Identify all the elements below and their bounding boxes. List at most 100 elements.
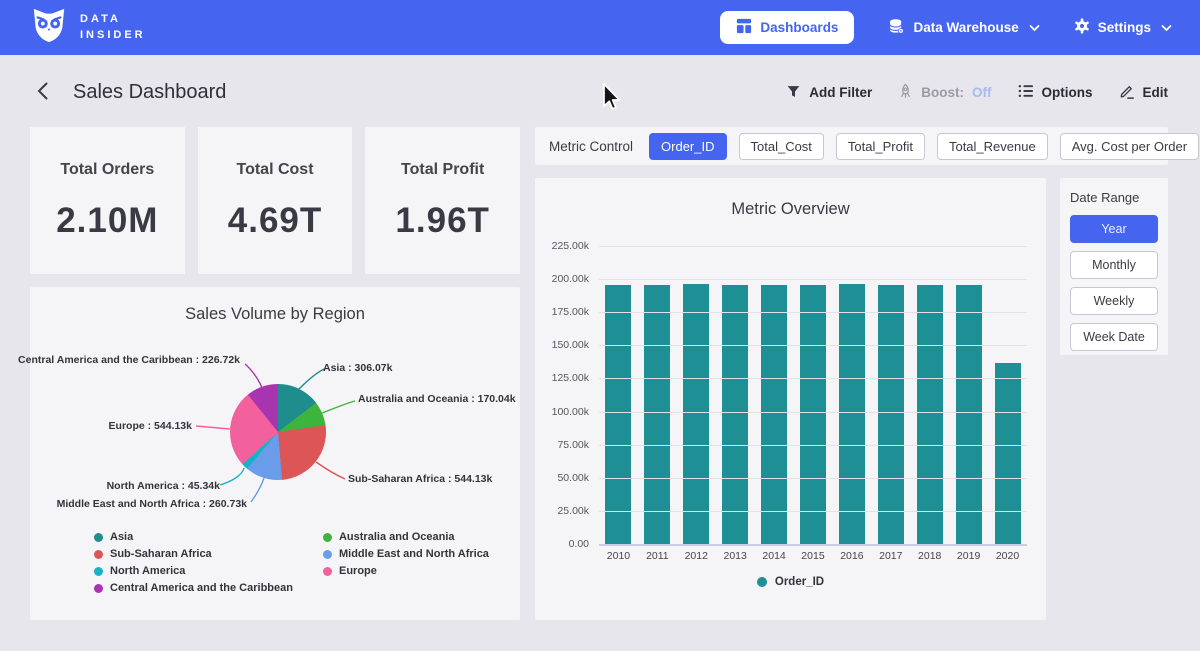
gridline xyxy=(599,312,1027,313)
bar-2014[interactable] xyxy=(761,285,787,544)
metric-button-total-revenue[interactable]: Total_Revenue xyxy=(937,133,1048,160)
add-filter-label: Add Filter xyxy=(809,85,872,100)
legend-item-asia[interactable]: Asia xyxy=(94,531,293,543)
kpi-label: Total Profit xyxy=(401,161,484,179)
database-icon xyxy=(888,18,905,38)
kpi-row: Total Orders 2.10M Total Cost 4.69T Tota… xyxy=(30,127,520,274)
x-axis-labels: 2010201120122013201420152016201720182019… xyxy=(599,550,1027,562)
bar-slot xyxy=(949,246,988,544)
date-range-button-week-date[interactable]: Week Date xyxy=(1070,323,1158,351)
x-axis-tick-label: 2018 xyxy=(910,550,949,562)
gridline xyxy=(599,478,1027,479)
list-icon xyxy=(1018,84,1034,101)
chevron-left-icon xyxy=(36,81,49,104)
bar-2011[interactable] xyxy=(644,285,670,544)
dashboards-icon xyxy=(736,18,752,37)
x-axis-tick-label: 2011 xyxy=(638,550,677,562)
legend-dot xyxy=(757,577,767,587)
legend-dot xyxy=(94,584,103,593)
metric-control-label: Metric Control xyxy=(549,139,633,154)
bar-slot xyxy=(716,246,755,544)
legend-item-central-america-caribbean[interactable]: Central America and the Caribbean xyxy=(94,582,293,594)
legend-dot xyxy=(94,567,103,576)
top-navbar: DATA INSIDER Dashboards xyxy=(0,0,1200,55)
x-axis-tick-label: 2019 xyxy=(949,550,988,562)
date-range-card: Date Range Year Monthly Weekly Week Date xyxy=(1060,178,1168,355)
bar-2010[interactable] xyxy=(605,285,631,544)
nav-data-warehouse[interactable]: Data Warehouse xyxy=(888,18,1039,38)
kpi-label: Total Orders xyxy=(60,161,154,179)
options-label: Options xyxy=(1042,85,1093,100)
y-axis-tick-label: 100.00k xyxy=(535,406,589,418)
gridline xyxy=(599,445,1027,446)
legend-item-north-america[interactable]: North America xyxy=(94,565,293,577)
bar-2012[interactable] xyxy=(683,284,709,544)
rocket-icon xyxy=(898,83,913,102)
chevron-down-icon xyxy=(1029,20,1040,35)
date-range-button-year[interactable]: Year xyxy=(1070,215,1158,243)
pie-label-australia-oceania: Australia and Oceania : 170.04k xyxy=(358,393,516,405)
pie[interactable] xyxy=(230,384,326,480)
y-axis-tick-label: 175.00k xyxy=(535,306,589,318)
legend-item-middle-east-north-africa[interactable]: Middle East and North Africa xyxy=(323,548,489,560)
edit-button[interactable]: Edit xyxy=(1119,83,1169,102)
bar-2013[interactable] xyxy=(722,285,748,544)
bar-2017[interactable] xyxy=(878,285,904,544)
y-axis-tick-label: 50.00k xyxy=(535,472,589,484)
kpi-value: 1.96T xyxy=(395,201,490,241)
legend-label: North America xyxy=(110,565,185,577)
add-filter-button[interactable]: Add Filter xyxy=(786,84,872,102)
bar-2020[interactable] xyxy=(995,363,1021,544)
options-button[interactable]: Options xyxy=(1018,84,1093,101)
nav-settings[interactable]: Settings xyxy=(1074,18,1172,37)
metric-control-bar: Metric Control Order_ID Total_Cost Total… xyxy=(535,127,1168,165)
x-axis-tick-label: 2012 xyxy=(677,550,716,562)
pie-label-europe: Europe : 544.13k xyxy=(109,420,192,432)
legend-label: Central America and the Caribbean xyxy=(110,582,293,594)
legend-item-australia-oceania[interactable]: Australia and Oceania xyxy=(323,531,489,543)
legend-item-europe[interactable]: Europe xyxy=(323,565,489,577)
bar-2016[interactable] xyxy=(839,284,865,544)
date-range-button-weekly[interactable]: Weekly xyxy=(1070,287,1158,315)
legend-label: Order_ID xyxy=(775,576,824,588)
brand-logo[interactable]: DATA INSIDER xyxy=(30,6,146,49)
owl-icon xyxy=(30,6,68,49)
gridline xyxy=(599,279,1027,280)
kpi-card-total-orders: Total Orders 2.10M xyxy=(30,127,185,274)
legend-item-sub-saharan-africa[interactable]: Sub-Saharan Africa xyxy=(94,548,293,560)
legend-dot xyxy=(323,550,332,559)
legend-label: Asia xyxy=(110,531,133,543)
bar-chart-legend[interactable]: Order_ID xyxy=(535,576,1046,588)
legend-dot xyxy=(323,567,332,576)
metric-button-total-cost[interactable]: Total_Cost xyxy=(739,133,824,160)
nav-settings-label: Settings xyxy=(1098,20,1151,35)
date-range-label: Date Range xyxy=(1070,190,1158,205)
metric-button-total-profit[interactable]: Total_Profit xyxy=(836,133,925,160)
page-title: Sales Dashboard xyxy=(73,81,226,104)
bar-slot xyxy=(910,246,949,544)
bar-chart-title: Metric Overview xyxy=(535,178,1046,219)
metric-button-order-id[interactable]: Order_ID xyxy=(649,133,726,160)
y-axis-tick-label: 200.00k xyxy=(535,273,589,285)
nav-dashboards-button[interactable]: Dashboards xyxy=(720,11,854,44)
bar-slot xyxy=(755,246,794,544)
pie-chart-card: Sales Volume by Region Asia : 306.07k Au… xyxy=(30,287,520,620)
y-axis-tick-label: 75.00k xyxy=(535,439,589,451)
pie-chart-area: Asia : 306.07k Australia and Oceania : 1… xyxy=(30,338,520,531)
bar-plot xyxy=(599,246,1027,544)
kpi-card-total-cost: Total Cost 4.69T xyxy=(198,127,353,274)
chevron-down-icon xyxy=(1161,20,1172,35)
bar-2015[interactable] xyxy=(800,285,826,544)
x-axis-tick-label: 2017 xyxy=(871,550,910,562)
back-button[interactable] xyxy=(32,79,53,106)
bar-2018[interactable] xyxy=(917,285,943,544)
bar-2019[interactable] xyxy=(956,285,982,544)
legend-label: Middle East and North Africa xyxy=(339,548,489,560)
pie-label-north-america: North America : 45.34k xyxy=(107,480,220,492)
metric-button-avg-cost-per-order[interactable]: Avg. Cost per Order xyxy=(1060,133,1199,160)
edit-label: Edit xyxy=(1143,85,1169,100)
pie-label-sub-saharan-africa: Sub-Saharan Africa : 544.13k xyxy=(348,473,492,485)
boost-toggle[interactable]: Boost: Off xyxy=(898,83,991,102)
bar-slot xyxy=(677,246,716,544)
date-range-button-monthly[interactable]: Monthly xyxy=(1070,251,1158,279)
